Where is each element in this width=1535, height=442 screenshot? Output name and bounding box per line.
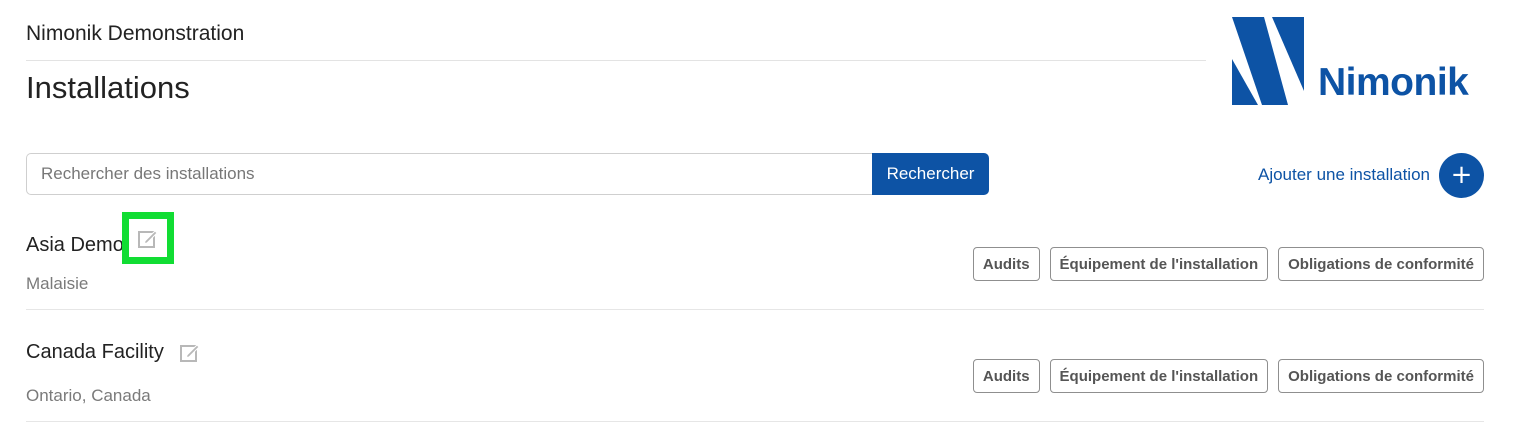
edit-icon xyxy=(137,230,158,248)
facility-row: Canada Facility Ontario, Canada Audits É… xyxy=(26,338,1484,442)
facility-equipment-button[interactable]: Équipement de l'installation xyxy=(1049,359,1269,393)
facility-row: Asia Demo Malaisie Audits Équipement de … xyxy=(26,212,1484,338)
row-divider xyxy=(26,309,1484,310)
facility-name-row: Canada Facility xyxy=(26,338,204,366)
edit-icon xyxy=(179,344,200,362)
compliance-obligations-button[interactable]: Obligations de conformité xyxy=(1278,247,1484,281)
edit-icon-wrapper xyxy=(128,219,167,257)
facility-equipment-button[interactable]: Équipement de l'installation xyxy=(1049,247,1269,281)
add-facility-button[interactable]: + xyxy=(1439,153,1484,198)
facilities-page: Nimonik Demonstration Installations Nimo… xyxy=(0,0,1535,442)
page-title: Installations xyxy=(26,70,190,105)
compliance-obligations-button[interactable]: Obligations de conformité xyxy=(1278,359,1484,393)
audits-button[interactable]: Audits xyxy=(972,247,1040,281)
facility-name: Canada Facility xyxy=(26,340,164,363)
facility-actions: Audits Équipement de l'installation Obli… xyxy=(972,359,1484,393)
search-input[interactable] xyxy=(26,153,872,195)
nimonik-logo: Nimonik xyxy=(1232,17,1488,105)
facility-name-row: Asia Demo xyxy=(26,212,176,264)
plus-icon: + xyxy=(1450,160,1473,190)
organization-name: Nimonik Demonstration xyxy=(26,22,245,45)
facility-location: Malaisie xyxy=(26,274,89,293)
facility-actions: Audits Équipement de l'installation Obli… xyxy=(972,247,1484,281)
row-divider xyxy=(26,421,1484,422)
add-facility-link[interactable]: Ajouter une installation xyxy=(1258,165,1430,185)
facility-location: Ontario, Canada xyxy=(26,386,151,405)
header-divider xyxy=(26,60,1206,61)
facility-name: Asia Demo xyxy=(26,233,124,256)
audits-button[interactable]: Audits xyxy=(972,359,1040,393)
logo-mark-icon xyxy=(1232,17,1304,105)
logo-text: Nimonik xyxy=(1318,61,1469,104)
edit-facility-button[interactable] xyxy=(121,212,174,264)
edit-facility-button[interactable] xyxy=(176,338,204,366)
search-button[interactable]: Rechercher xyxy=(872,153,989,195)
